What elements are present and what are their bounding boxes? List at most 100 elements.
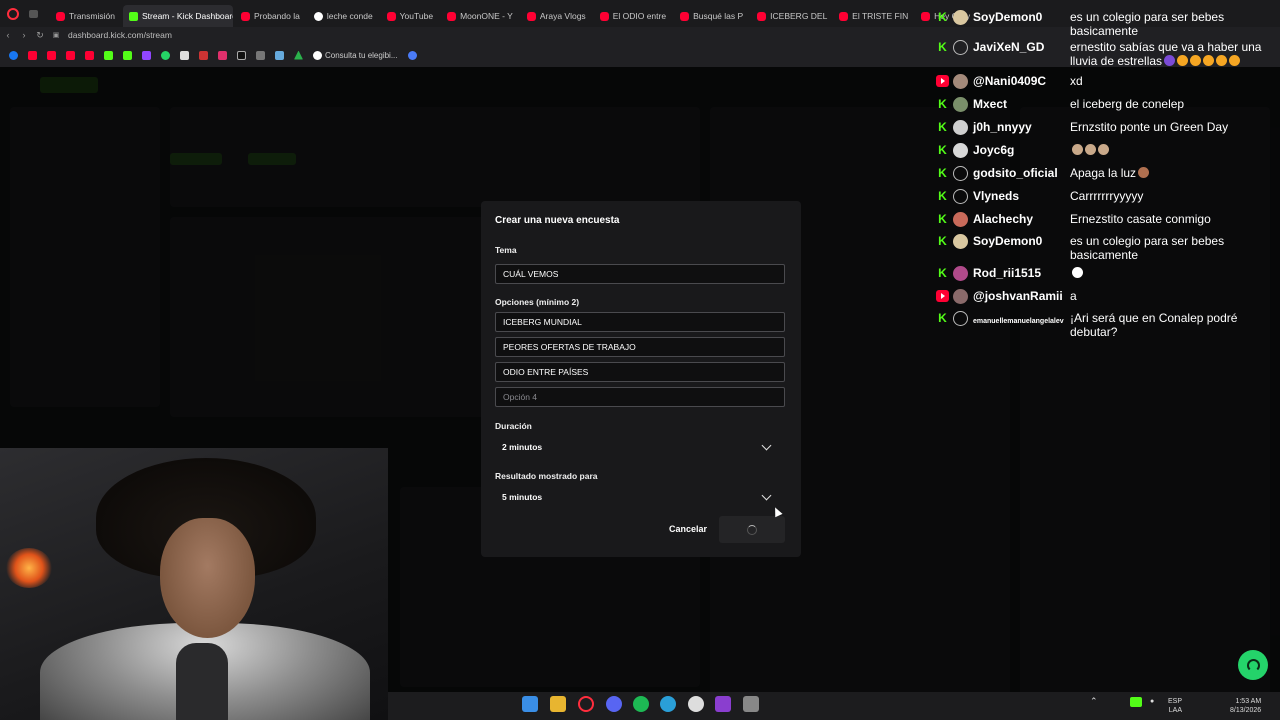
- chat-message: Kemanuellemanuelangelalev ¡Ari será que e…: [930, 311, 1280, 339]
- browser-tab[interactable]: Transmisión: [50, 5, 121, 27]
- chat-message: K SoyDemon0 es un colegio para ser bebes b…: [930, 234, 1280, 262]
- youtube-bookmark-icon[interactable]: [47, 50, 56, 60]
- chat-username[interactable]: Alachechy: [973, 212, 1070, 227]
- youtube-icon: [936, 290, 949, 302]
- browser-tab[interactable]: Busqué las P: [674, 5, 749, 27]
- app-bookmark-icon[interactable]: [180, 50, 189, 60]
- file-explorer-icon[interactable]: [550, 696, 566, 712]
- gemini-bookmark-icon[interactable]: [407, 50, 417, 60]
- result-duration-select[interactable]: 5 minutos: [495, 487, 785, 507]
- chat-text-content: ¡Ari será que en Conalep podré debutar?: [1070, 311, 1238, 339]
- drive-bookmark-icon[interactable]: [294, 50, 303, 60]
- option-3-input[interactable]: ODIO ENTRE PAÍSES: [495, 362, 785, 382]
- browser-tab[interactable]: Stream - Kick Dashboard: [122, 5, 233, 27]
- browser-tab[interactable]: El ODIO entre: [594, 5, 672, 27]
- browser-tab[interactable]: YouTube: [381, 5, 439, 27]
- tab-label: Busqué las P: [693, 11, 744, 21]
- browser-tab[interactable]: Probando la: [235, 5, 306, 27]
- youtube-bookmark-icon[interactable]: [66, 50, 75, 60]
- chat-text: [1070, 143, 1280, 158]
- youtube-icon: [680, 11, 690, 21]
- image-bookmark-icon[interactable]: [199, 50, 208, 60]
- google-bookmark[interactable]: Consulta tu elegibi...: [313, 50, 398, 60]
- start-icon[interactable]: [522, 696, 538, 712]
- chat-username[interactable]: @Nani0409C: [973, 74, 1070, 89]
- forward-icon[interactable]: ›: [16, 30, 32, 40]
- app-icon[interactable]: [688, 696, 704, 712]
- chat-username[interactable]: j0h_nnyyy: [973, 120, 1070, 135]
- back-icon[interactable]: ‹: [0, 30, 16, 40]
- option-1-input[interactable]: ICEBERG MUNDIAL: [495, 312, 785, 332]
- instagram-bookmark-icon[interactable]: [218, 50, 227, 60]
- chat-text: Ernezstito casate conmigo: [1070, 212, 1280, 227]
- chat-text: xd: [1070, 74, 1280, 89]
- headset-icon: [1246, 658, 1260, 672]
- chat-username[interactable]: Joyc6g: [973, 143, 1070, 158]
- kick-tray-icon[interactable]: [1130, 697, 1142, 707]
- x-bookmark-icon[interactable]: [237, 50, 246, 60]
- chat-username[interactable]: @joshvanRamii: [973, 289, 1070, 304]
- avatar: [953, 234, 968, 249]
- avatar: [953, 311, 968, 326]
- tab-label: El ODIO entre: [612, 11, 667, 21]
- edge-icon[interactable]: [660, 696, 676, 712]
- clock[interactable]: 1:53 AM 8/13/2026: [1230, 697, 1261, 715]
- kick-bookmark-icon[interactable]: [104, 50, 113, 60]
- cancel-button[interactable]: Cancelar: [669, 524, 707, 534]
- settings-icon[interactable]: [743, 696, 759, 712]
- chat-username[interactable]: godsito_oficial: [973, 166, 1070, 181]
- bookmark-icon[interactable]: [275, 50, 284, 60]
- create-poll-button[interactable]: [719, 516, 785, 543]
- chat-text-content: el iceberg de conelep: [1070, 97, 1185, 111]
- browser-tab[interactable]: MoonONE - Y: [441, 5, 519, 27]
- avatar: [953, 97, 968, 112]
- kick-bookmark-icon[interactable]: [123, 50, 132, 60]
- chat-username[interactable]: emanuellemanuelangelalev: [973, 311, 1070, 339]
- language-top: ESP: [1168, 698, 1183, 705]
- option-2-input[interactable]: PEORES OFERTAS DE TRABAJO: [495, 337, 785, 357]
- bookmark-icon[interactable]: [256, 50, 265, 60]
- chat-username[interactable]: JaviXeN_GD: [973, 40, 1070, 68]
- language-indicator[interactable]: ESP LAA: [1168, 697, 1182, 715]
- chat-username[interactable]: Mxect: [973, 97, 1070, 112]
- url-field[interactable]: dashboard.kick.com/stream: [68, 30, 172, 40]
- app-icon[interactable]: [715, 696, 731, 712]
- browser-tab[interactable]: El TRISTE FIN: [833, 5, 913, 27]
- reload-icon[interactable]: ↻: [32, 30, 48, 41]
- browser-tab[interactable]: ICEBERG DEL: [751, 5, 831, 27]
- discord-icon[interactable]: [606, 696, 622, 712]
- avatar: [953, 212, 968, 227]
- spotify-icon[interactable]: [633, 696, 649, 712]
- topic-input[interactable]: CUÁL VEMOS: [495, 264, 785, 284]
- chat-text-content: es un colegio para ser bebes basicamente: [1070, 234, 1225, 262]
- support-headset-button[interactable]: [1238, 650, 1268, 680]
- opera-logo-icon[interactable]: [7, 7, 19, 20]
- chat-text-content: a: [1070, 289, 1077, 303]
- browser-tab[interactable]: Araya Vlogs: [521, 5, 592, 27]
- option-4-input[interactable]: Opción 4: [495, 387, 785, 407]
- google-icon: [313, 50, 322, 60]
- twitch-bookmark-icon[interactable]: [142, 50, 151, 60]
- chat-text: es un colegio para ser bebes basicamente: [1070, 10, 1280, 38]
- duration-select[interactable]: 2 minutos: [495, 437, 785, 457]
- chat-username[interactable]: SoyDemon0: [973, 10, 1070, 38]
- chat-username[interactable]: SoyDemon0: [973, 234, 1070, 262]
- facebook-bookmark-icon[interactable]: [9, 50, 18, 60]
- browser-tab[interactable]: leche conde: [308, 5, 379, 27]
- emote-icon: [1190, 55, 1202, 66]
- chat-text: Apaga la luz: [1070, 166, 1280, 181]
- tray-chevron-icon[interactable]: ⌃: [1090, 697, 1098, 706]
- youtube-bookmark-icon[interactable]: [28, 50, 37, 60]
- youtube-bookmark-icon[interactable]: [85, 50, 94, 60]
- mic-tray-icon[interactable]: ●: [1150, 697, 1154, 706]
- whatsapp-bookmark-icon[interactable]: [161, 50, 170, 60]
- tab-menu-icon[interactable]: [29, 9, 38, 18]
- tab-label: Araya Vlogs: [539, 11, 586, 21]
- emote-icon: [1164, 55, 1176, 66]
- avatar: [953, 74, 968, 89]
- chat-username[interactable]: Vlyneds: [973, 189, 1070, 204]
- chat-text-content: Carrrrrrryyyyy: [1070, 189, 1144, 203]
- opera-taskbar-icon[interactable]: [578, 696, 594, 712]
- chat-username[interactable]: Rod_rii1515: [973, 266, 1070, 281]
- chat-message: K Alachechy Ernezstito casate conmigo: [930, 212, 1280, 227]
